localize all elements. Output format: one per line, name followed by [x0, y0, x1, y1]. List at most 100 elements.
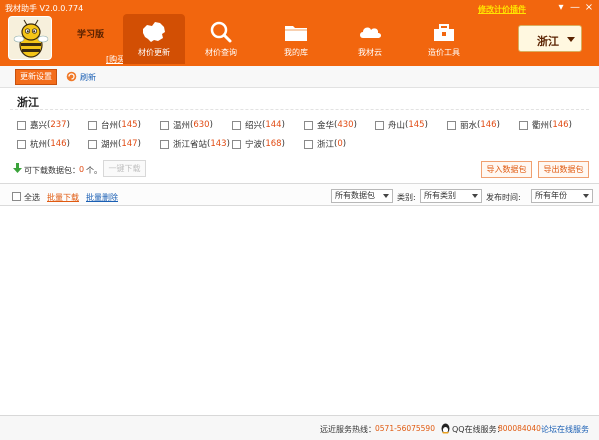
- tab-my-cloud[interactable]: 我材云: [339, 14, 401, 64]
- status-bar: 远近服务热线： 0571-56075590 QQ在线服务： 800084040 …: [0, 415, 599, 440]
- one-click-download-button[interactable]: 一键下载: [103, 160, 146, 177]
- forum-service-link[interactable]: 论坛在线服务: [541, 424, 589, 435]
- city-name: 湖州: [101, 140, 119, 150]
- city-count: 430: [337, 120, 354, 130]
- select-value: 所有年份: [535, 191, 567, 200]
- city-checkbox-huzhou[interactable]: 湖州(147): [88, 138, 141, 150]
- city-count: 147: [121, 139, 138, 149]
- city-count: 630: [193, 120, 210, 130]
- city-count: 146: [480, 120, 497, 130]
- city-count: 237: [50, 120, 67, 130]
- china-map-icon: [143, 22, 165, 42]
- city-name: 台州: [101, 121, 119, 131]
- select-value: 所有类别: [424, 191, 456, 200]
- city-count: 144: [265, 120, 282, 130]
- city-name: 温州: [173, 121, 191, 131]
- select-all-label[interactable]: 全选: [24, 192, 40, 203]
- city-checkbox-hangzhou[interactable]: 杭州(146): [17, 138, 70, 150]
- package-filter-select[interactable]: 所有数据包: [331, 189, 393, 203]
- hotline-number: 0571-56075590: [375, 424, 435, 433]
- city-count: 145: [121, 120, 138, 130]
- checkbox[interactable]: [519, 120, 528, 130]
- tab-label: 材价更新: [138, 48, 170, 57]
- checkbox[interactable]: [17, 120, 26, 130]
- promo-link[interactable]: 修改计价插件: [478, 4, 526, 15]
- chevron-down-icon: [383, 194, 389, 198]
- close-button[interactable]: ×: [582, 2, 596, 14]
- tab-label: 材价查询: [205, 48, 237, 57]
- city-name: 绍兴: [245, 121, 263, 131]
- qq-penguin-icon: [441, 423, 450, 434]
- minimize-button[interactable]: —: [568, 2, 582, 14]
- city-name: 杭州: [30, 140, 48, 150]
- city-checkbox-jinhua[interactable]: 金华(430): [304, 119, 357, 131]
- package-list[interactable]: [0, 207, 599, 412]
- city-checkbox-zhejiang[interactable]: 浙江(0): [304, 138, 346, 150]
- update-settings-button[interactable]: 更新设置: [15, 69, 57, 85]
- city-checkbox-taizhou[interactable]: 台州(145): [88, 119, 141, 131]
- checkbox[interactable]: [160, 139, 169, 149]
- province-select[interactable]: 浙江: [518, 25, 582, 52]
- city-checkbox-wenzhou[interactable]: 温州(630): [160, 119, 213, 131]
- checkbox[interactable]: [17, 139, 26, 149]
- toolbox-icon: [434, 24, 454, 41]
- city-name: 宁波: [245, 140, 263, 150]
- downloadable-label: 可下载数据包：: [24, 166, 80, 175]
- year-filter-select[interactable]: 所有年份: [531, 189, 593, 203]
- city-name: 金华: [317, 121, 335, 131]
- refresh-icon[interactable]: [66, 71, 77, 82]
- city-count: 168: [265, 139, 282, 149]
- menu-dropdown-button[interactable]: ▾: [554, 2, 568, 14]
- refresh-link[interactable]: 刷新: [80, 72, 96, 83]
- batch-download-link[interactable]: 批量下载: [47, 192, 79, 203]
- city-name: 丽水: [460, 121, 478, 131]
- import-package-button[interactable]: 导入数据包: [481, 161, 532, 178]
- select-all-checkbox[interactable]: [12, 192, 21, 201]
- city-name: 浙江省站: [173, 140, 208, 150]
- city-count: 146: [552, 120, 569, 130]
- tab-label: 造价工具: [428, 48, 460, 57]
- select-value: 所有数据包: [335, 191, 375, 200]
- export-package-button[interactable]: 导出数据包: [538, 161, 589, 178]
- city-count: 146: [50, 139, 67, 149]
- checkbox[interactable]: [232, 120, 241, 130]
- tab-price-update[interactable]: 材价更新: [123, 14, 185, 64]
- city-checkbox-jiaxing[interactable]: 嘉兴(237): [17, 119, 70, 131]
- category-label: 类别:: [397, 193, 416, 202]
- checkbox[interactable]: [304, 139, 313, 149]
- city-name: 衢州: [532, 121, 550, 131]
- tab-label: 我材云: [358, 48, 382, 57]
- checkbox[interactable]: [447, 120, 456, 130]
- checkbox[interactable]: [160, 120, 169, 130]
- app-title: 我材助手 V2.0.0.774: [5, 4, 84, 13]
- city-checkbox-shaoxing[interactable]: 绍兴(144): [232, 119, 285, 131]
- city-name: 舟山: [388, 121, 406, 131]
- qq-number: 800084040: [498, 424, 541, 433]
- tab-price-query[interactable]: 材价查询: [190, 14, 252, 64]
- checkbox[interactable]: [375, 120, 384, 130]
- city-checkbox-zhejiang-station[interactable]: 浙江省站(143): [160, 138, 230, 150]
- tab-cost-tools[interactable]: 造价工具: [413, 14, 475, 64]
- downloadable-count: 0: [79, 165, 85, 174]
- tab-my-library[interactable]: 我的库: [265, 14, 327, 64]
- city-name: 浙江: [317, 140, 335, 150]
- tab-label: 我的库: [284, 48, 308, 57]
- checkbox[interactable]: [232, 139, 241, 149]
- chevron-down-icon: [472, 194, 478, 198]
- city-checkbox-zhoushan[interactable]: 舟山(145): [375, 119, 428, 131]
- region-title: 浙江: [17, 96, 39, 109]
- batch-delete-link[interactable]: 批量删除: [86, 192, 118, 203]
- checkbox[interactable]: [304, 120, 313, 130]
- checkbox[interactable]: [88, 120, 97, 130]
- folder-icon: [285, 26, 307, 41]
- city-checkbox-ningbo[interactable]: 宁波(168): [232, 138, 285, 150]
- city-name: 嘉兴: [30, 121, 48, 131]
- category-filter-select[interactable]: 所有类别: [420, 189, 482, 203]
- city-count: 143: [210, 139, 227, 149]
- city-checkbox-quzhou[interactable]: 衢州(146): [519, 119, 572, 131]
- filter-bar: 全选 批量下载 批量删除 所有数据包 类别: 所有类别 发布时间: 所有年份: [0, 183, 599, 206]
- province-value: 浙江: [537, 35, 559, 48]
- city-checkbox-lishui[interactable]: 丽水(146): [447, 119, 500, 131]
- search-icon: [210, 21, 232, 43]
- checkbox[interactable]: [88, 139, 97, 149]
